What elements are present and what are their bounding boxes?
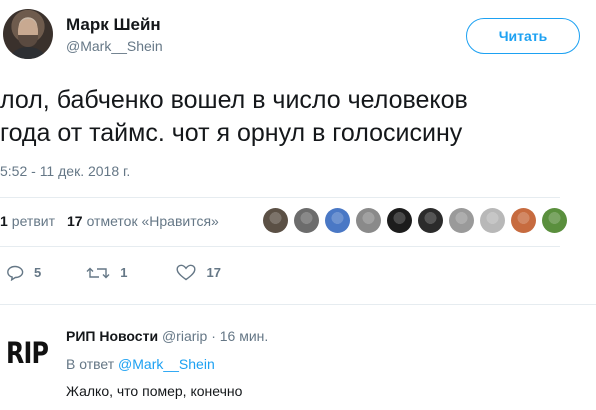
reply-separator: · bbox=[211, 328, 216, 344]
author-handle[interactable]: @Mark__Shein bbox=[66, 38, 163, 54]
reply-author-name[interactable]: РИП Новости bbox=[66, 328, 158, 344]
liker-avatar[interactable] bbox=[294, 208, 319, 233]
retweet-action[interactable]: 1 bbox=[86, 265, 127, 281]
liker-avatar[interactable] bbox=[449, 208, 474, 233]
reply-icon bbox=[7, 265, 24, 281]
heart-icon bbox=[176, 264, 196, 281]
liker-avatar[interactable] bbox=[480, 208, 505, 233]
like-stat-label: отметок «Нравится» bbox=[86, 213, 219, 229]
reply-context: В ответ @Mark__Shein bbox=[66, 356, 215, 372]
reply-author-line: РИП Новости @riarip · 16 мин. bbox=[66, 328, 268, 344]
tweet-timestamp[interactable]: 5:52 - 11 дек. 2018 г. bbox=[0, 163, 130, 179]
tweet-text-line-1: лол, бабченко вошел в число человеков bbox=[0, 86, 468, 114]
retweet-count: 1 bbox=[120, 265, 128, 280]
author-avatar[interactable] bbox=[3, 9, 53, 59]
reply-mention-link[interactable]: @Mark__Shein bbox=[118, 356, 215, 372]
liker-avatar[interactable] bbox=[263, 208, 288, 233]
like-stat[interactable]: 17 отметок «Нравится» bbox=[67, 213, 219, 229]
liker-avatars bbox=[263, 208, 573, 233]
reply-text: Жалко, что помер, конечно bbox=[66, 383, 243, 399]
retweet-stat-label: ретвит bbox=[11, 213, 55, 229]
tweet-text-line-2: года от таймс. чот я орнул в голосисину bbox=[0, 119, 463, 147]
follow-button[interactable]: Читать bbox=[466, 18, 580, 54]
liker-avatar[interactable] bbox=[511, 208, 536, 233]
tweet-text: лол, бабченко вошел в число человеков го… bbox=[0, 84, 590, 150]
author-name[interactable]: Марк Шейн bbox=[66, 15, 161, 35]
retweet-stat-count: 1 bbox=[0, 213, 8, 229]
retweet-icon bbox=[86, 267, 110, 278]
like-stat-count: 17 bbox=[67, 213, 83, 229]
reply-time[interactable]: 16 мин. bbox=[220, 328, 269, 344]
divider bbox=[0, 197, 560, 198]
reply-count: 5 bbox=[34, 265, 42, 280]
liker-avatar[interactable] bbox=[387, 208, 412, 233]
liker-avatar[interactable] bbox=[542, 208, 567, 233]
tweet-actions: 5 1 17 bbox=[6, 264, 221, 281]
retweet-stat[interactable]: 1 ретвит bbox=[0, 213, 55, 229]
avatar-body-shape bbox=[7, 47, 49, 59]
reply-prefix: В ответ bbox=[66, 356, 115, 372]
divider bbox=[0, 304, 596, 305]
avatar-beard-shape bbox=[18, 35, 38, 47]
reply-author-handle[interactable]: @riarip bbox=[162, 328, 207, 344]
like-count: 17 bbox=[206, 265, 221, 280]
reply-author-logo[interactable]: RIP bbox=[6, 337, 49, 369]
liker-avatar[interactable] bbox=[356, 208, 381, 233]
divider bbox=[0, 246, 560, 247]
liker-avatar[interactable] bbox=[418, 208, 443, 233]
liker-avatar[interactable] bbox=[325, 208, 350, 233]
like-action[interactable]: 17 bbox=[176, 264, 221, 281]
tweet-stats: 1 ретвит 17 отметок «Нравится» bbox=[0, 213, 219, 229]
reply-action[interactable]: 5 bbox=[6, 265, 41, 281]
